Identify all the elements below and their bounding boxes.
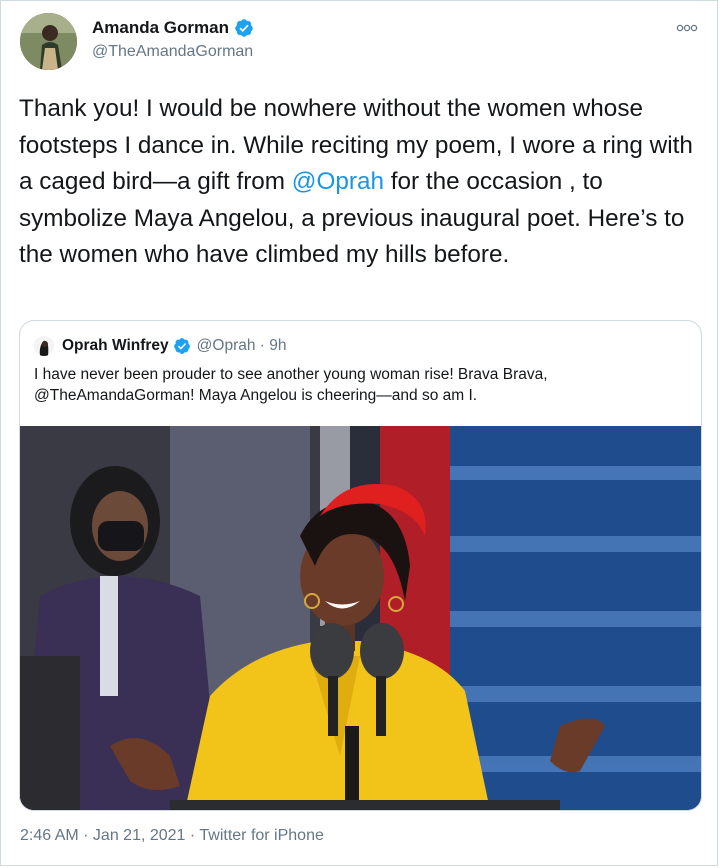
quoted-tweet-header: Oprah Winfrey @Oprah · 9h <box>34 336 287 356</box>
author-name-row: Amanda Gorman <box>92 18 254 38</box>
quoted-tweet[interactable]: Oprah Winfrey @Oprah · 9h I have never b… <box>19 320 702 811</box>
tweet-card: Amanda Gorman @TheAmandaGorman Thank you… <box>0 0 718 866</box>
quoted-tweet-text: I have never been prouder to see another… <box>34 366 548 404</box>
quoted-author-name[interactable]: Oprah Winfrey <box>62 337 169 355</box>
verified-badge-icon <box>235 19 253 37</box>
quoted-tweet-photo[interactable] <box>20 426 701 810</box>
tweet-timestamp[interactable]: 2:46 AM · Jan 21, 2021 · Twitter for iPh… <box>20 827 324 845</box>
quoted-avatar-photo <box>34 336 54 356</box>
author-info: Amanda Gorman @TheAmandaGorman <box>92 18 254 61</box>
quoted-author-avatar[interactable] <box>34 336 54 356</box>
more-options-icon[interactable] <box>676 23 698 33</box>
quoted-verified-badge-icon <box>173 338 190 354</box>
mention-link[interactable]: @Oprah <box>292 168 384 195</box>
author-name[interactable]: Amanda Gorman <box>92 18 229 38</box>
avatar-photo <box>20 13 77 70</box>
quoted-handle-time[interactable]: @Oprah · 9h <box>197 337 287 355</box>
author-avatar[interactable] <box>20 13 77 70</box>
author-handle[interactable]: @TheAmandaGorman <box>92 43 254 61</box>
tweet-text: Thank you! I would be nowhere without th… <box>19 91 709 274</box>
